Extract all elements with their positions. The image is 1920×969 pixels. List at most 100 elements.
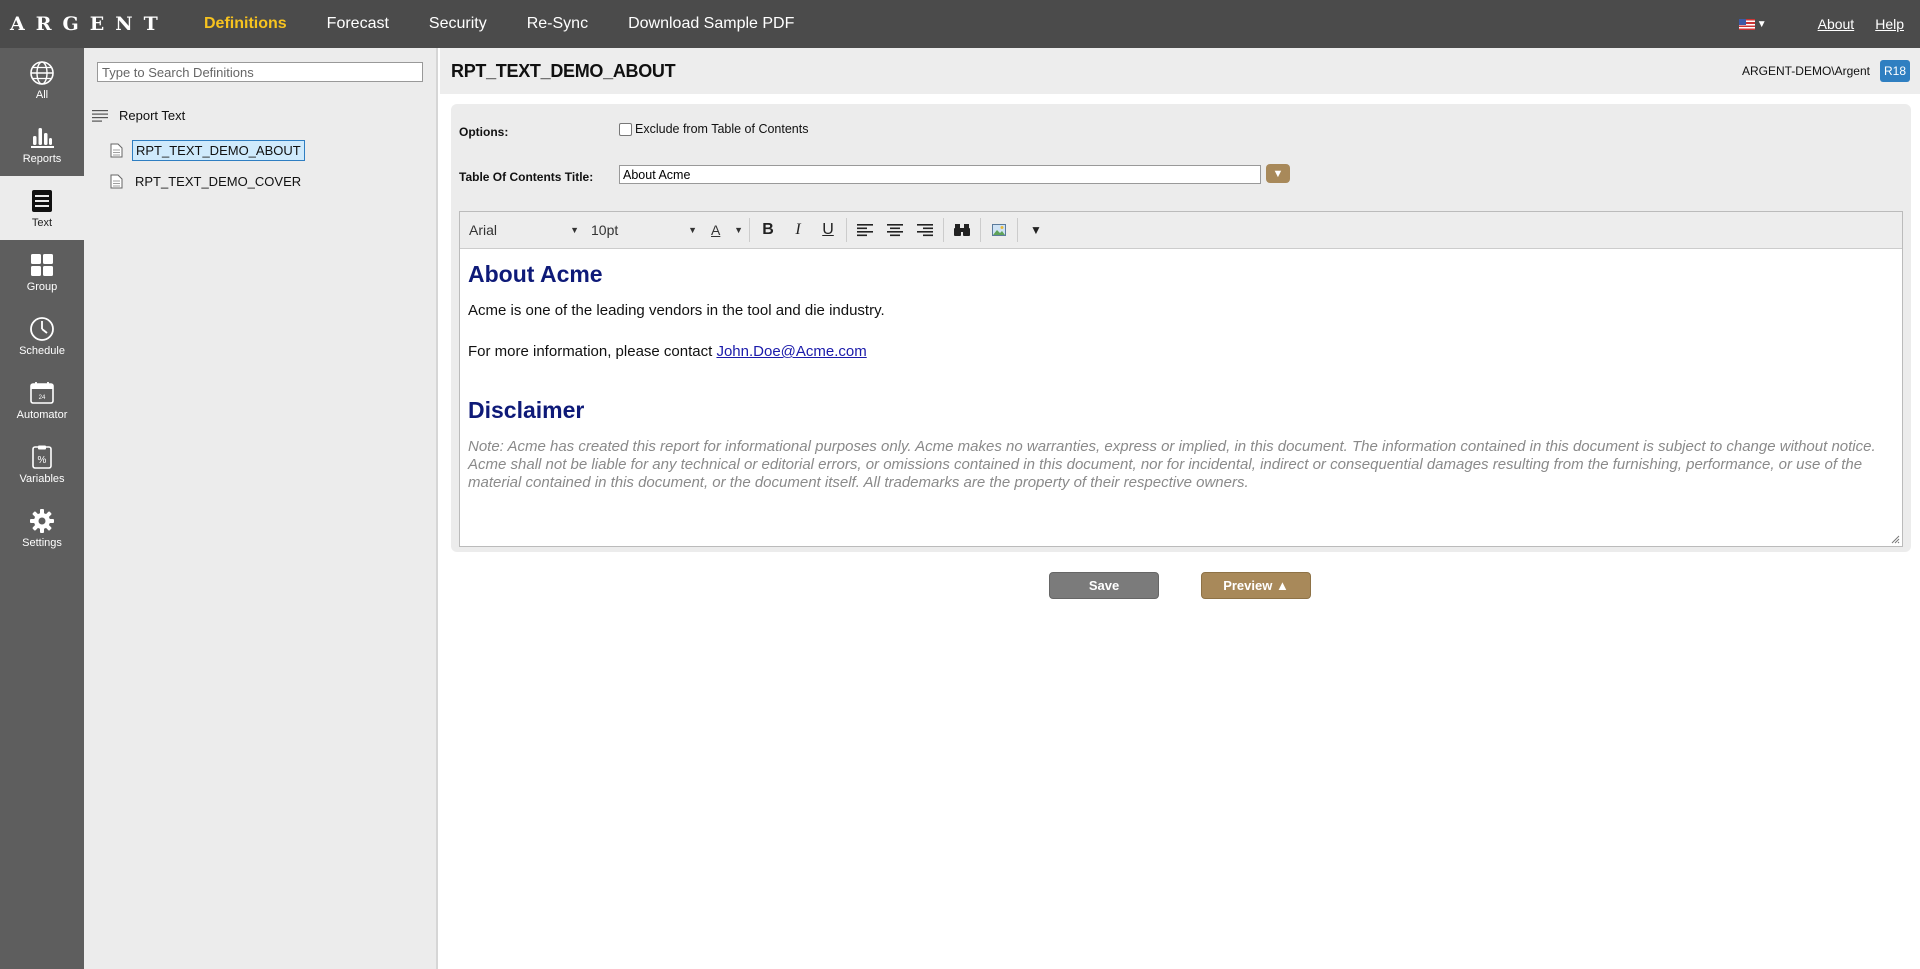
exclude-toc-option[interactable]: Exclude from Table of Contents: [619, 122, 808, 136]
font-color-select[interactable]: A ▼: [708, 222, 746, 238]
about-link[interactable]: About: [1818, 16, 1855, 32]
rail-item-all[interactable]: All: [0, 48, 84, 112]
rail-label: Reports: [22, 152, 62, 165]
list-lines-icon: [92, 109, 108, 122]
nav-security[interactable]: Security: [429, 15, 487, 33]
font-color-icon: A: [711, 222, 721, 238]
top-right-links: ▼ About Help: [1738, 16, 1920, 32]
calendar-icon: 24: [30, 381, 54, 404]
main-content: RPT_TEXT_DEMO_ABOUT ARGENT-DEMO\Argent R…: [440, 48, 1920, 969]
preview-button[interactable]: Preview ▲: [1201, 572, 1311, 599]
top-bar: ARGENT Definitions Forecast Security Re-…: [0, 0, 1920, 48]
nav-definitions[interactable]: Definitions: [204, 15, 287, 33]
content-heading-about: About Acme: [468, 261, 603, 287]
exclude-toc-checkbox[interactable]: [619, 122, 632, 136]
font-family-select[interactable]: Arial ▼: [466, 222, 582, 238]
help-link[interactable]: Help: [1875, 16, 1904, 32]
clock-icon: [30, 316, 54, 341]
document-icon: [110, 143, 123, 158]
image-icon: [992, 224, 1006, 236]
svg-text:%: %: [38, 455, 47, 466]
contact-prefix-text: For more information, please contact: [468, 343, 717, 360]
caret-down-icon: ▼: [1030, 223, 1042, 237]
rail-item-reports[interactable]: Reports: [0, 112, 84, 176]
rail-item-group[interactable]: Group: [0, 240, 84, 304]
align-right-icon: [917, 224, 933, 237]
tree-item-label: RPT_TEXT_DEMO_ABOUT: [132, 140, 305, 161]
us-flag-icon: [1738, 18, 1755, 30]
save-button[interactable]: Save: [1049, 572, 1159, 599]
text-lines-icon: [32, 189, 52, 212]
rail-item-schedule[interactable]: Schedule: [0, 304, 84, 368]
caret-down-icon: ▼: [1756, 18, 1767, 30]
rich-text-editor[interactable]: Arial ▼ 10pt ▼ A ▼ B I U ▼ About Acme Ac…: [459, 211, 1903, 547]
toolbar-separator: [980, 218, 981, 242]
rail-item-settings[interactable]: Settings: [0, 496, 84, 560]
main-header: RPT_TEXT_DEMO_ABOUT ARGENT-DEMO\Argent R…: [440, 48, 1920, 94]
toolbar-separator: [1017, 218, 1018, 242]
rail-label: Schedule: [19, 344, 65, 357]
caret-down-icon: ▼: [1272, 167, 1284, 180]
rail-label: Settings: [22, 536, 62, 549]
insert-image-button[interactable]: [984, 216, 1014, 244]
clipboard-percent-icon: %: [32, 445, 52, 469]
nav-download-sample-pdf[interactable]: Download Sample PDF: [628, 15, 794, 33]
release-badge: R18: [1879, 60, 1910, 82]
resize-grip-icon[interactable]: [1891, 535, 1900, 544]
rail-item-text[interactable]: Text: [0, 176, 84, 240]
italic-icon: I: [795, 221, 801, 238]
align-center-button[interactable]: [880, 216, 910, 244]
options-label: Options:: [459, 125, 509, 139]
content-heading-disclaimer: Disclaimer: [468, 397, 585, 423]
tree-root-report-text[interactable]: Report Text: [92, 108, 185, 123]
italic-button[interactable]: I: [783, 216, 813, 244]
tree-item-rpt-text-demo-cover[interactable]: RPT_TEXT_DEMO_COVER: [110, 172, 304, 191]
nav-forecast[interactable]: Forecast: [327, 15, 389, 33]
toc-title-input[interactable]: [619, 165, 1261, 184]
content-disclaimer-note: Note: Acme has created this report for i…: [468, 438, 1876, 491]
editor-content[interactable]: About Acme Acme is one of the leading ve…: [460, 249, 1902, 500]
editor-toolbar: Arial ▼ 10pt ▼ A ▼ B I U ▼: [460, 212, 1902, 249]
rail-label: Automator: [16, 408, 68, 421]
align-right-button[interactable]: [910, 216, 940, 244]
align-left-icon: [857, 224, 873, 237]
rail-label: Group: [26, 280, 58, 293]
caret-down-icon: ▼: [570, 225, 579, 235]
argent-logo[interactable]: ARGENT: [0, 13, 204, 35]
left-icon-rail: All Reports Text Group Schedule 24 Autom…: [0, 48, 84, 969]
bold-button[interactable]: B: [753, 216, 783, 244]
nav-resync[interactable]: Re-Sync: [527, 15, 588, 33]
toolbar-separator: [749, 218, 750, 242]
tree-item-label: RPT_TEXT_DEMO_COVER: [135, 174, 302, 189]
rail-item-automator[interactable]: 24 Automator: [0, 368, 84, 432]
toolbar-separator: [846, 218, 847, 242]
font-size-select[interactable]: 10pt ▼: [588, 222, 700, 238]
align-left-button[interactable]: [850, 216, 880, 244]
toolbar-separator: [943, 218, 944, 242]
binoculars-icon: [954, 224, 970, 236]
tree-item-rpt-text-demo-about[interactable]: RPT_TEXT_DEMO_ABOUT: [110, 140, 305, 161]
top-nav: Definitions Forecast Security Re-Sync Do…: [204, 15, 834, 33]
search-definitions-input[interactable]: [97, 62, 423, 82]
find-button[interactable]: [947, 216, 977, 244]
gear-icon: [30, 508, 54, 533]
language-selector[interactable]: ▼: [1738, 18, 1767, 30]
definition-form-card: Options: Exclude from Table of Contents …: [451, 104, 1911, 552]
definitions-tree-panel: Report Text RPT_TEXT_DEMO_ABOUT RPT_TEXT…: [84, 48, 438, 969]
rail-label: Text: [31, 216, 53, 229]
caret-down-icon: ▼: [734, 225, 743, 235]
align-center-icon: [887, 224, 903, 237]
contact-email-link[interactable]: John.Doe@Acme.com: [716, 343, 866, 360]
page-title: RPT_TEXT_DEMO_ABOUT: [451, 60, 676, 81]
globe-icon: [30, 60, 54, 85]
underline-button[interactable]: U: [813, 216, 843, 244]
rail-label: All: [35, 88, 49, 101]
document-icon: [110, 174, 123, 189]
more-options-button[interactable]: ▼: [1021, 216, 1051, 244]
underline-icon: U: [822, 221, 834, 238]
bar-chart-icon: [31, 127, 54, 148]
toc-title-dropdown-button[interactable]: ▼: [1266, 164, 1290, 183]
toc-title-label: Table Of Contents Title:: [459, 170, 594, 184]
tree-root-label: Report Text: [119, 108, 186, 123]
rail-item-variables[interactable]: % Variables: [0, 432, 84, 496]
